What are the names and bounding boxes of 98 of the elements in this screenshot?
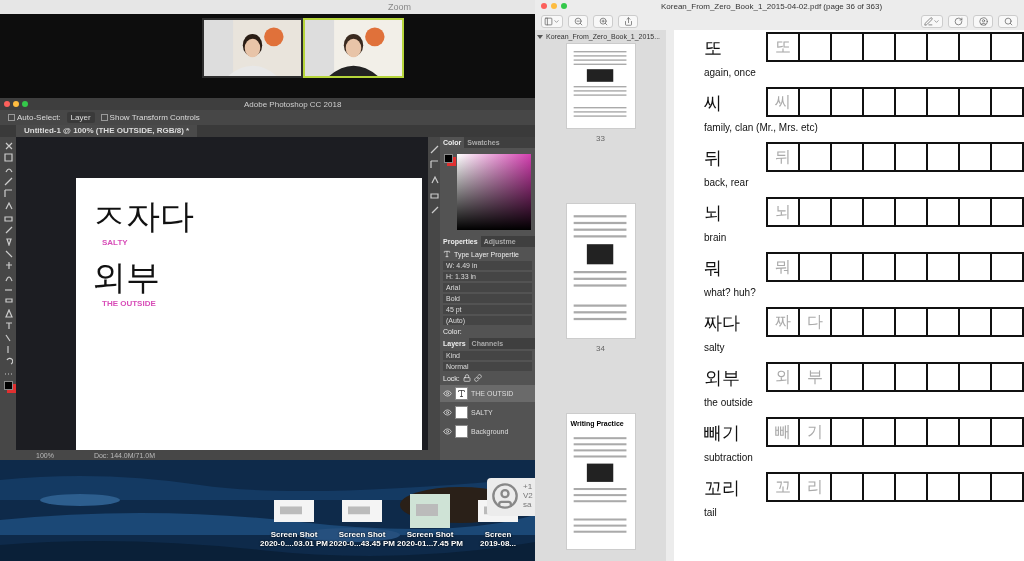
trace-character: 뇌 [775, 201, 791, 223]
hangul-text: 외부 [92, 257, 160, 297]
word-meaning: family, clan (Mr., Mrs. etc) [704, 122, 818, 133]
zoom-in-button[interactable] [593, 14, 613, 28]
trace-character: 뒤 [775, 146, 791, 168]
tool-icon[interactable] [3, 189, 13, 198]
color-swatch[interactable] [444, 154, 453, 163]
caption-text: SALTY [102, 238, 128, 247]
file-name: Screen [484, 530, 512, 539]
trace-character: 꼬 [775, 476, 791, 498]
trace-character: 또 [775, 36, 791, 58]
tool-icon[interactable] [3, 321, 13, 330]
trace-character: 외 [775, 366, 791, 388]
word-meaning: subtraction [704, 452, 753, 463]
search-icon [1003, 16, 1013, 26]
share-button[interactable] [618, 14, 638, 28]
word-meaning: salty [704, 342, 725, 353]
trace-character: 짜 [775, 311, 791, 333]
trace-character: 씨 [775, 91, 791, 113]
link-icon[interactable] [473, 374, 482, 382]
korean-word: 씨 [704, 91, 723, 115]
trace-character: 빼 [775, 421, 791, 443]
word-meaning: brain [704, 232, 727, 243]
visibility-icon[interactable] [443, 389, 452, 398]
korean-word: 외부 [704, 366, 741, 390]
color-swatch[interactable] [3, 381, 13, 390]
file-date: 2020-01...7.45 PM [397, 539, 463, 548]
trace-character: 다 [807, 311, 823, 333]
file-name: Screen Shot [406, 530, 454, 539]
chevron-down-icon [553, 17, 560, 25]
pen-icon [924, 16, 933, 26]
file-name: Screen Shot [270, 530, 318, 539]
zoom-out-button[interactable] [568, 14, 588, 28]
page-number: 33 [595, 134, 606, 143]
desktop-file[interactable]: Screen Shot 2020-0....03.01 PM [262, 500, 326, 548]
word-meaning: what? huh? [704, 287, 756, 298]
annotate-button[interactable] [973, 14, 993, 28]
visibility-icon[interactable] [443, 408, 452, 417]
rotate-icon [953, 16, 963, 26]
page-number: 34 [595, 344, 606, 353]
file-date: 2019-08... [480, 539, 516, 548]
layer-thumbnail [455, 406, 468, 419]
korean-word: 뒤 [704, 146, 723, 170]
trace-character: 리 [807, 476, 823, 498]
trace-character: 부 [807, 366, 823, 388]
zoom-in-icon [598, 16, 608, 26]
lock-icon[interactable] [462, 374, 471, 382]
zoom-out-icon [573, 16, 583, 26]
document-tab[interactable]: Untitled-1 @ 100% (THE OUTSIDE, RGB/8) * [16, 125, 198, 137]
tool-icon[interactable] [3, 141, 13, 150]
share-icon [623, 16, 633, 26]
word-meaning: back, rear [704, 177, 749, 188]
sidebar-icon [544, 16, 553, 26]
avatar-icon [491, 482, 519, 510]
window-title: Adobe Photoshop CC 2018 [244, 99, 342, 109]
notification-text: V2 [523, 491, 533, 500]
type-icon [443, 250, 451, 258]
desktop-file[interactable]: Screen Shot 2020-01...7.45 PM [398, 494, 462, 548]
trace-character: 뭐 [775, 256, 791, 278]
hangul-text: ㅈ자다 [92, 196, 194, 236]
korean-word: 빼기 [704, 421, 741, 445]
rotate-button[interactable] [948, 14, 968, 28]
trace-character: 기 [807, 421, 823, 443]
korean-word: 뇌 [704, 201, 723, 225]
korean-word: 짜다 [704, 311, 741, 335]
chevron-down-icon [933, 17, 940, 25]
panel-icon[interactable] [429, 145, 439, 154]
korean-word: 뭐 [704, 256, 723, 280]
window-title: Zoom [388, 2, 411, 12]
file-date: 2020-0...43.45 PM [329, 539, 395, 548]
file-name: Screen Shot [338, 530, 386, 539]
desktop-file[interactable]: Screen Shot 2020-0...43.45 PM [330, 500, 394, 548]
file-thumbnail-icon [342, 500, 382, 522]
word-meaning: the outside [704, 397, 753, 408]
word-meaning: tail [704, 507, 717, 518]
color-picker[interactable] [457, 154, 531, 230]
notification-text: sa [523, 500, 533, 509]
auto-select-checkbox[interactable]: Auto-Select: [8, 113, 61, 122]
target-dropdown[interactable]: Layer [66, 112, 95, 123]
window-title: Korean_From_Zero_Book_1_2015-04-02.pdf (page 36 of 363) [661, 1, 883, 11]
file-date: 2020-0....03.01 PM [260, 539, 329, 548]
word-meaning: again, once [704, 67, 756, 78]
tool-icon[interactable] [3, 261, 13, 270]
layer-thumbnail [455, 425, 468, 438]
disclosure-icon[interactable] [537, 33, 543, 40]
notification-card[interactable]: +1 V2 sa [487, 478, 535, 516]
file-thumbnail-icon [410, 494, 450, 528]
korean-word: 또 [704, 36, 723, 60]
transform-checkbox[interactable]: Show Transform Controls [100, 113, 200, 122]
caption-text: THE OUTSIDE [102, 299, 156, 308]
panel-icon[interactable] [429, 160, 439, 169]
search-button[interactable] [998, 14, 1018, 28]
person-circle-icon [978, 16, 988, 26]
visibility-icon[interactable] [443, 427, 452, 436]
sidebar-button[interactable] [541, 14, 563, 28]
korean-word: 꼬리 [704, 476, 741, 500]
notification-text: +1 [523, 482, 533, 491]
file-thumbnail-icon [274, 500, 314, 522]
